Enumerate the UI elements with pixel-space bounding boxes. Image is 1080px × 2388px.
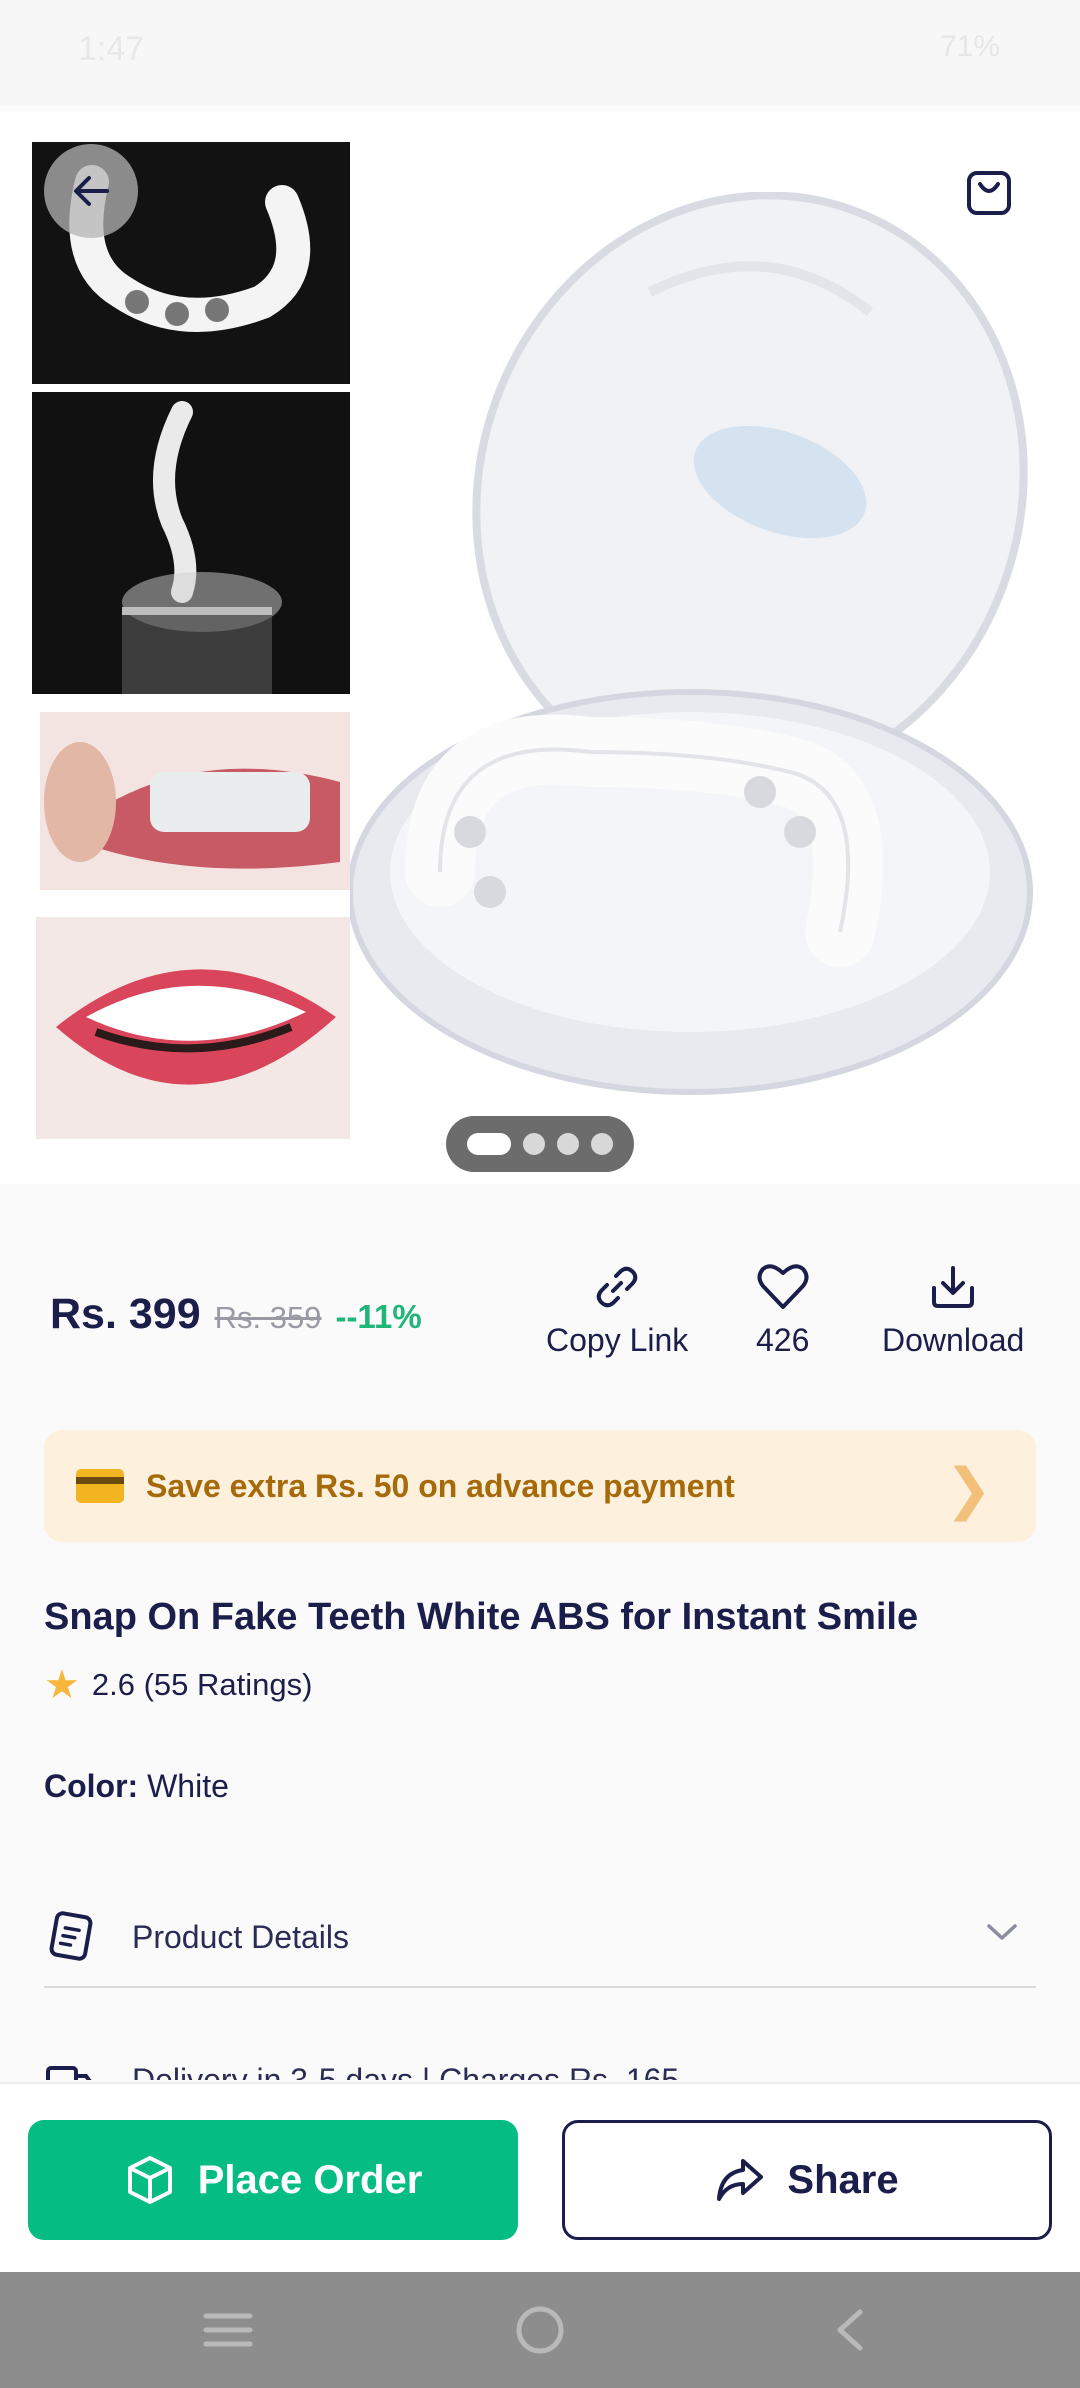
original-price: Rs. 359 [214, 1300, 322, 1335]
collage-image-teeth-fit [40, 712, 350, 890]
status-time: 1:47 [78, 30, 145, 68]
card-icon [76, 1469, 124, 1503]
truck-icon [46, 2066, 92, 2080]
color-label: Color: [44, 1768, 139, 1804]
copy-link-button[interactable]: Copy Link [546, 1262, 688, 1359]
color-row: Color: White [44, 1768, 229, 1805]
chevron-down-icon [987, 1924, 1017, 1940]
cart-button[interactable] [956, 160, 1022, 226]
collage-image-teeth-glass [32, 392, 350, 694]
collage-image-smile [36, 917, 350, 1139]
product-image-gallery[interactable] [0, 112, 1080, 1184]
back-arrow-icon [74, 176, 109, 206]
status-battery: 71% [939, 30, 1000, 63]
download-label: Download [882, 1322, 1025, 1358]
place-order-label: Place Order [197, 2157, 423, 2202]
product-details-label: Product Details [132, 1918, 349, 1955]
image-pager[interactable] [446, 1116, 634, 1172]
place-order-button[interactable]: Place Order [28, 2120, 518, 2240]
pager-dot[interactable] [557, 1133, 579, 1155]
main-product-image [347, 191, 1080, 1172]
discount-badge: --11% [335, 1298, 422, 1335]
share-icon [717, 2159, 764, 2201]
wishlist-count: 426 [756, 1322, 810, 1358]
status-bar: 1:47 71% [0, 0, 1080, 105]
back-button[interactable] [44, 144, 138, 238]
bottom-action-bar: Place Order Share [0, 2082, 1080, 2272]
download-button[interactable]: Download [882, 1262, 1024, 1359]
color-value: White [147, 1768, 229, 1804]
link-icon [596, 1266, 638, 1308]
download-icon [932, 1266, 975, 1308]
shopping-bag-icon [967, 171, 1011, 215]
offer-text: Save extra Rs. 50 on advance payment [146, 1467, 735, 1504]
home-button[interactable] [510, 2300, 570, 2360]
system-navigation-bar [0, 2272, 1080, 2388]
heart-icon [757, 1264, 809, 1309]
pager-dot-active[interactable] [467, 1133, 511, 1155]
document-icon [49, 1911, 93, 1961]
share-label: Share [787, 2157, 899, 2202]
wishlist-button[interactable]: 426 [756, 1262, 809, 1359]
back-chevron-icon [837, 2309, 863, 2351]
pager-dot[interactable] [523, 1133, 545, 1155]
price-row: Rs. 399 Rs. 359 --11% [50, 1290, 422, 1339]
product-rating[interactable]: ★ 2.6 (55 Ratings) [44, 1662, 312, 1708]
delivery-accordion[interactable]: Delivery in 3-5 days | Charges Rs. 165 [44, 2050, 1036, 2080]
delivery-label: Delivery in 3-5 days | Charges Rs. 165 [132, 2062, 680, 2080]
menu-icon [203, 2313, 253, 2347]
selling-price: Rs. 399 [50, 1290, 201, 1338]
copy-link-label: Copy Link [546, 1322, 689, 1358]
chevron-right-icon: ❯ [945, 1457, 992, 1520]
home-circle-icon [516, 2306, 564, 2354]
star-icon: ★ [44, 1663, 80, 1707]
recent-apps-button[interactable] [198, 2300, 258, 2360]
product-title: Snap On Fake Teeth White ABS for Instant… [44, 1596, 919, 1638]
box-icon [127, 2156, 172, 2204]
share-button[interactable]: Share [562, 2120, 1052, 2240]
rating-text: 2.6 (55 Ratings) [91, 1667, 313, 1702]
pager-dot[interactable] [591, 1133, 613, 1155]
system-back-button[interactable] [820, 2300, 880, 2360]
advance-payment-offer[interactable]: Save extra Rs. 50 on advance payment ❯ [44, 1430, 1036, 1542]
product-details-accordion[interactable]: Product Details [44, 1888, 1036, 1988]
